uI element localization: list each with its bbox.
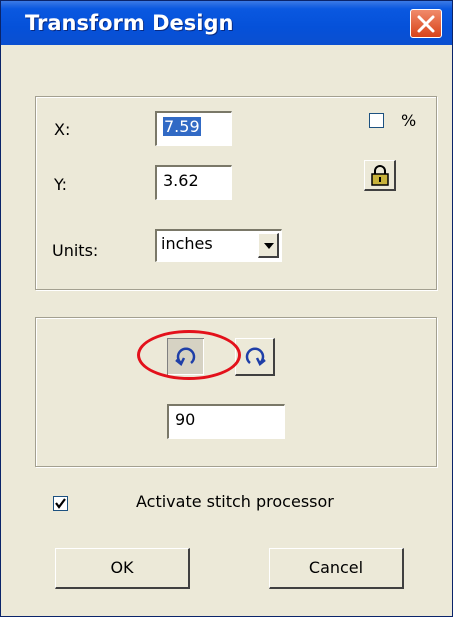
close-button[interactable] [410,9,442,38]
ok-button[interactable]: OK [55,548,190,589]
units-select[interactable]: inches [155,229,282,262]
units-dropdown-button[interactable] [258,233,279,258]
y-label: Y: [54,175,68,194]
stitch-processor-label: Activate stitch processor [136,492,334,511]
padlock-icon [371,165,389,186]
units-label: Units: [52,241,99,260]
rotate-clockwise-icon [245,347,266,366]
rotation-angle-value: 90 [175,410,196,429]
x-label: X: [54,120,71,139]
units-value: inches [161,234,213,253]
title-bar[interactable]: Transform Design [1,1,452,45]
annotation-highlight-circle [137,330,241,380]
cancel-label: Cancel [308,558,364,577]
rotate-cw-button[interactable] [235,338,275,376]
x-value: 7.59 [163,117,201,136]
aspect-lock-button[interactable] [364,160,396,191]
close-icon [417,15,435,33]
x-input[interactable]: 7.59 [155,111,232,146]
ok-label: OK [110,558,134,577]
y-value: 3.62 [163,171,199,190]
transform-design-dialog: Transform Design X: 7.59 % Y: 3.62 Units [0,0,453,617]
cancel-button[interactable]: Cancel [269,548,404,589]
chevron-down-icon [264,243,274,249]
dialog-body: X: 7.59 % Y: 3.62 Units: inches 90 Activ… [5,45,448,612]
percent-label: % [401,111,417,130]
stitch-processor-checkbox[interactable] [53,496,68,511]
checkmark-icon [55,498,66,509]
rotation-angle-input[interactable]: 90 [167,404,285,439]
y-input[interactable]: 3.62 [155,165,232,200]
dialog-title: Transform Design [25,11,234,35]
percent-checkbox[interactable] [369,113,384,128]
